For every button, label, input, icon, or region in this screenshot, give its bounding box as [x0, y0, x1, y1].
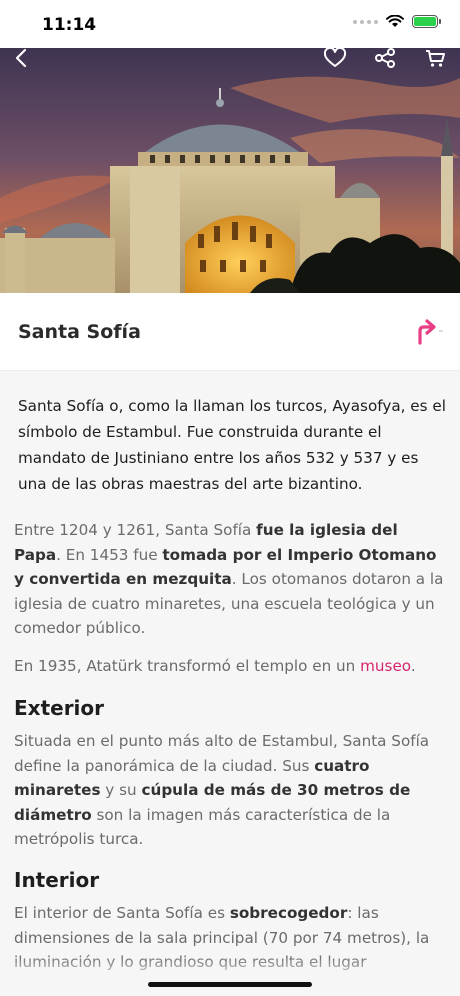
place-title-bar: Santa Sofía: [0, 293, 460, 371]
hagia-sophia-photo: [0, 48, 460, 293]
home-indicator[interactable]: [148, 982, 312, 987]
battery-charging-icon: [412, 15, 441, 28]
intro-paragraph: Santa Sofía o, como la llaman los turcos…: [18, 397, 446, 493]
page-title: Santa Sofía: [18, 321, 141, 343]
share-button[interactable]: [370, 48, 400, 70]
bottom-fade: [0, 956, 460, 996]
museum-paragraph: En 1935, Atatürk transformó el templo en…: [14, 657, 416, 675]
status-icons: [353, 15, 441, 28]
cart-button[interactable]: [420, 48, 450, 70]
favorite-button[interactable]: [320, 48, 350, 70]
share-icon: [375, 48, 395, 68]
article-content[interactable]: Santa Sofía o, como la llaman los turcos…: [0, 371, 460, 996]
status-bar: 11:14: [0, 0, 460, 48]
directions-button[interactable]: [414, 319, 448, 347]
back-button[interactable]: [6, 48, 36, 70]
heart-icon: [323, 48, 347, 67]
history-paragraph: Entre 1204 y 1261, Santa Sofía fue la ig…: [14, 521, 444, 637]
status-time: 11:14: [42, 15, 97, 35]
exterior-paragraph: Situada en el punto más alto de Estambul…: [14, 732, 430, 848]
signal-dots-icon: [353, 19, 378, 24]
exterior-heading: Exterior: [14, 696, 105, 720]
museo-link[interactable]: museo: [360, 657, 411, 675]
wifi-icon: [386, 15, 404, 27]
hero-image: [0, 48, 460, 293]
interior-heading: Interior: [14, 868, 100, 892]
turn-right-arrow-icon: [418, 319, 443, 345]
cart-icon: [426, 50, 445, 67]
back-chevron-icon: [15, 48, 27, 68]
